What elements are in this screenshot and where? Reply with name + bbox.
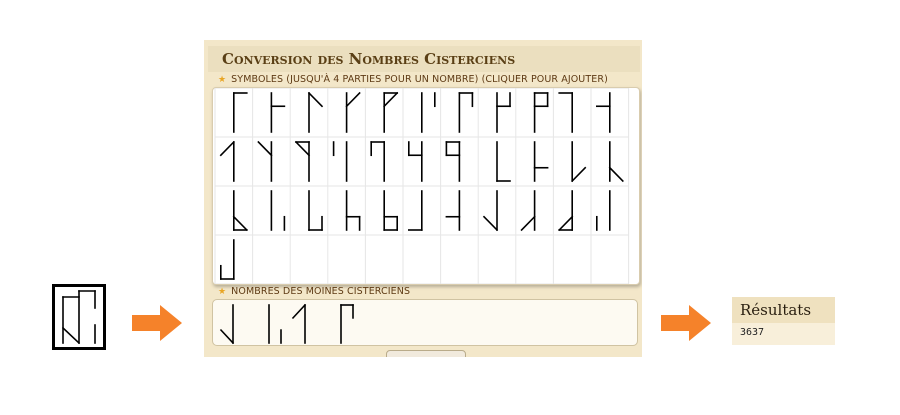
symbol-70[interactable] — [370, 141, 385, 182]
monks-label-text: NOMBRES DES MOINES CISTERCIENS — [231, 286, 411, 297]
symbol-1000[interactable] — [408, 190, 423, 231]
convert-button[interactable] — [386, 350, 466, 357]
entered-symbol-3000[interactable] — [219, 304, 235, 345]
panel-title: Conversion des Nombres Cisterciens — [208, 46, 640, 72]
symbol-50[interactable] — [294, 140, 311, 182]
symbol-4000[interactable] — [520, 190, 536, 232]
glyph-stroke — [608, 166, 624, 183]
results-card: Résultats 3637 — [732, 297, 835, 345]
symbol-3[interactable] — [307, 91, 324, 133]
symbol-800[interactable] — [345, 190, 361, 231]
entered-symbol-7[interactable] — [340, 304, 354, 344]
symbol-100[interactable] — [496, 141, 511, 182]
sample-glyph-icon — [61, 290, 96, 345]
conversion-panel: Conversion des Nombres Cisterciens ★ SYMB… — [204, 40, 642, 357]
symbol-2000[interactable] — [445, 190, 461, 231]
arrow-right-icon — [661, 305, 711, 341]
symbol-30[interactable] — [219, 140, 235, 182]
entered-symbols — [219, 303, 354, 345]
symbol-9[interactable] — [533, 92, 549, 133]
symbol-5000[interactable] — [558, 190, 574, 232]
symbol-2[interactable] — [270, 92, 286, 133]
symbol-7000[interactable] — [220, 239, 235, 280]
symbol-1[interactable] — [232, 92, 248, 133]
symbol-10[interactable] — [558, 92, 574, 133]
monks-section-label: ★ NOMBRES DES MOINES CISTERCIENS — [218, 286, 410, 297]
symbol-4[interactable] — [345, 91, 361, 133]
symbol-40[interactable] — [257, 140, 273, 182]
glyph-stroke — [307, 91, 324, 108]
glyph-stroke — [383, 91, 399, 108]
glyph-stroke — [571, 166, 587, 183]
results-value: 3637 — [740, 327, 765, 338]
star-icon: ★ — [218, 287, 227, 297]
symbols-label-text: SYMBOLES (JUSQU'À 4 PARTIES POUR UN NOMB… — [231, 74, 608, 85]
glyph-stroke — [345, 91, 361, 108]
symbol-60[interactable] — [332, 141, 348, 182]
symbol-5[interactable] — [383, 91, 399, 133]
symbol-8[interactable] — [496, 92, 511, 133]
symbol-900[interactable] — [383, 190, 398, 231]
cistercian-input-field[interactable] — [212, 299, 638, 346]
entered-symbol-600[interactable] — [268, 304, 282, 344]
symbol-200[interactable] — [533, 141, 549, 182]
symbols-palette — [212, 87, 640, 285]
glyph-stroke — [219, 328, 235, 345]
symbol-6[interactable] — [421, 92, 436, 133]
symbol-300[interactable] — [571, 141, 587, 183]
glyph-stroke — [257, 140, 273, 157]
symbol-20[interactable] — [595, 92, 611, 133]
symbol-600[interactable] — [270, 190, 286, 231]
glyph-stroke — [232, 215, 248, 232]
results-title: Résultats — [732, 297, 835, 323]
symbol-500[interactable] — [232, 190, 248, 232]
glyph-stroke — [291, 303, 307, 320]
symbols-section-label: ★ SYMBOLES (JUSQU'À 4 PARTIES POUR UN NOM… — [218, 74, 608, 85]
symbol-3000[interactable] — [482, 190, 499, 232]
glyph-stroke — [558, 215, 574, 232]
symbol-400[interactable] — [608, 141, 624, 183]
symbol-80[interactable] — [408, 141, 423, 182]
glyph-stroke — [294, 140, 311, 157]
symbol-700[interactable] — [308, 190, 323, 231]
symbol-6000[interactable] — [595, 190, 611, 231]
symbol-7[interactable] — [458, 92, 474, 133]
glyph-stroke — [482, 215, 499, 232]
symbols-grid — [214, 87, 630, 285]
star-icon: ★ — [218, 75, 227, 85]
glyph-stroke — [520, 215, 536, 232]
arrow-right-icon — [132, 305, 182, 341]
symbol-90[interactable] — [445, 141, 461, 182]
glyph-stroke — [219, 140, 235, 157]
sample-cistercian-glyph — [52, 284, 106, 350]
entered-symbol-30[interactable] — [291, 303, 307, 344]
